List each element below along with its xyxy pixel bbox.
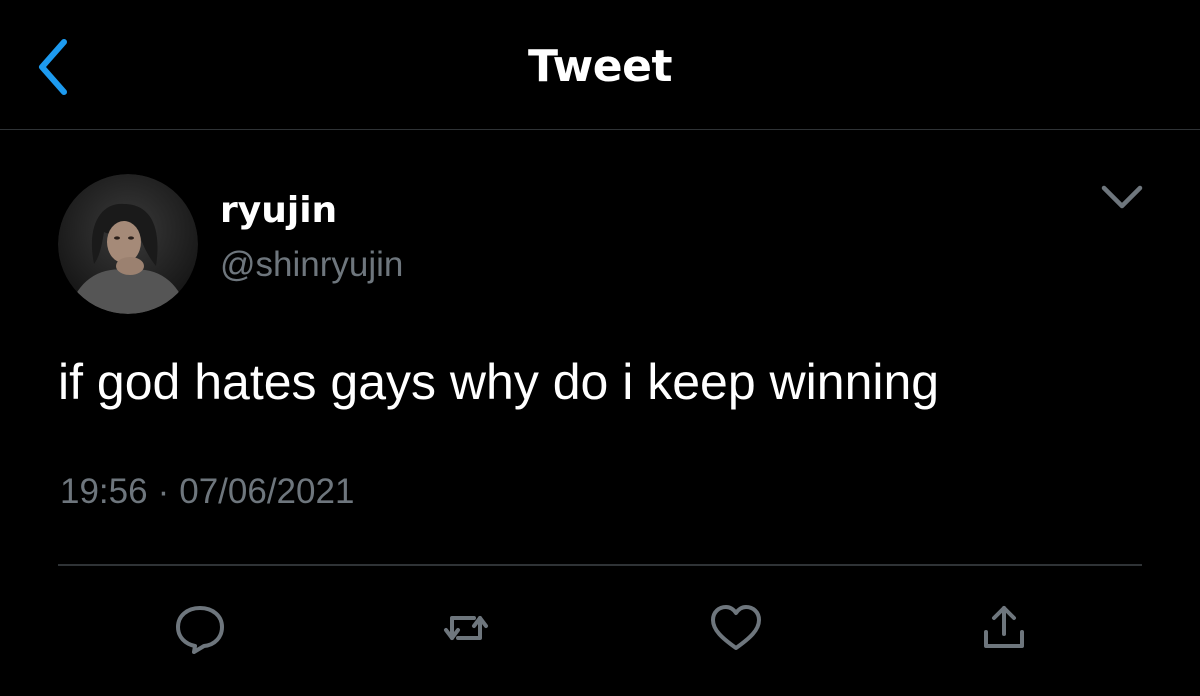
page-title: Tweet: [527, 41, 673, 92]
share-icon: [984, 606, 1024, 648]
profile-photo: [58, 174, 198, 314]
more-options-button[interactable]: [1096, 178, 1148, 216]
author-handle: @shinryujin: [220, 245, 404, 284]
meta-separator: ·: [157, 472, 170, 511]
retweet-icon: [444, 616, 488, 640]
tweet-time: 19:56: [60, 472, 148, 511]
reply-icon: [176, 606, 224, 654]
tweet-date: 07/06/2021: [179, 472, 355, 511]
divider: [58, 564, 1142, 566]
tweet-timestamp: 19:56 · 07/06/2021: [60, 470, 354, 514]
tweet-text: if god hates gays why do i keep winning: [58, 354, 940, 410]
author-name[interactable]: ryujin: [220, 190, 337, 232]
like-button[interactable]: [708, 600, 764, 656]
like-icon: [711, 605, 761, 650]
share-button[interactable]: [976, 600, 1032, 656]
avatar[interactable]: [58, 174, 198, 314]
reply-button[interactable]: [172, 600, 228, 656]
chevron-down-icon: [1101, 185, 1143, 209]
top-bar: Tweet: [0, 0, 1200, 130]
retweet-button[interactable]: [438, 600, 494, 656]
